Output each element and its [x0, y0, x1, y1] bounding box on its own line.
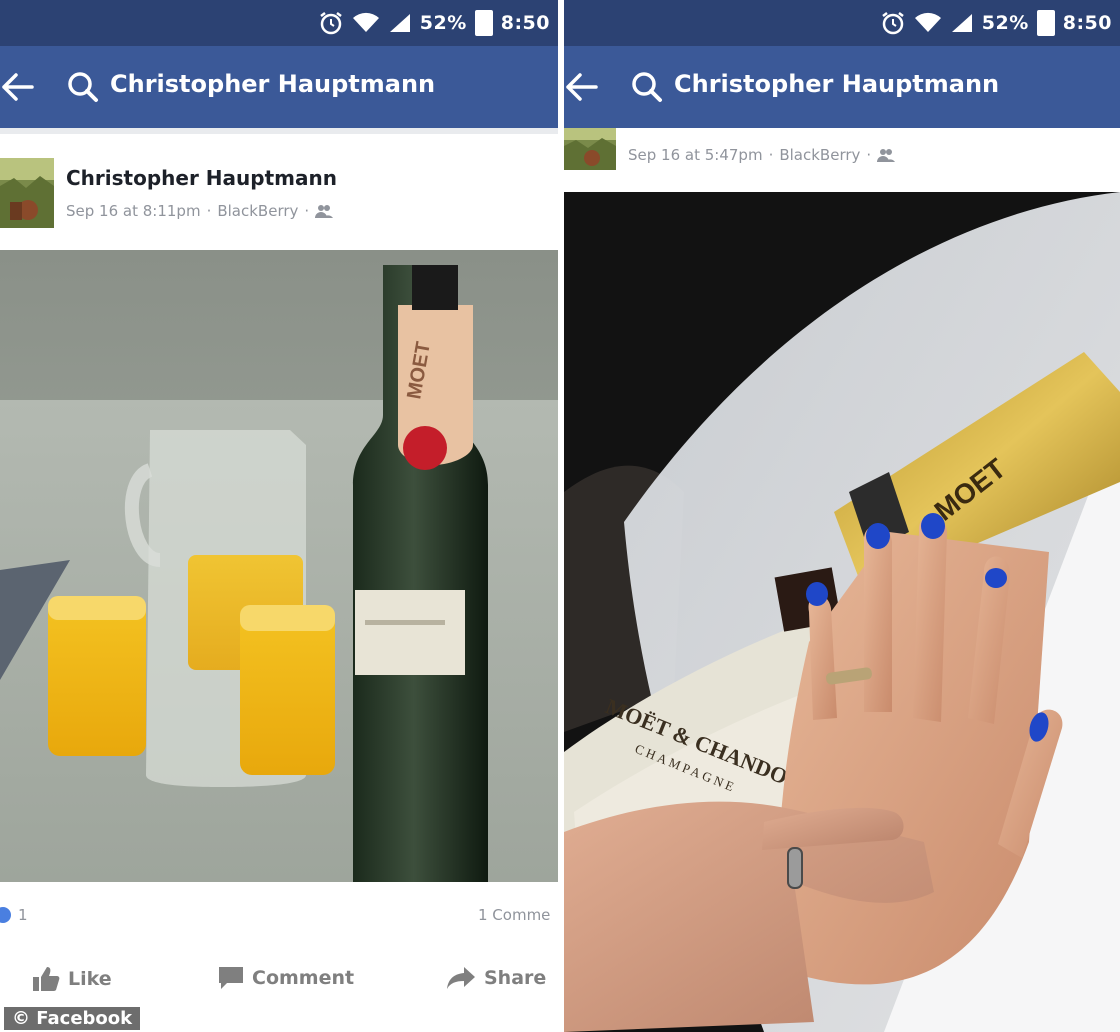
post-header: Christopher Hauptmann Sep 16 at 8:11pm ·… — [0, 134, 558, 250]
comment-label: Comment — [252, 967, 355, 989]
battery-percent: 52% — [419, 12, 467, 34]
signal-icon — [389, 14, 410, 32]
left-screenshot: 52% 8:50 Christopher Hauptmann Christoph… — [0, 0, 558, 1032]
facebook-watermark: © Facebook — [4, 1007, 141, 1030]
wifi-icon — [914, 12, 941, 32]
battery-icon — [474, 10, 493, 36]
right-screenshot: 52% 8:50 Christopher Hauptmann Sep 16 at… — [564, 0, 1120, 1032]
meta-separator: · — [866, 146, 872, 164]
battery-percent: 52% — [981, 12, 1029, 34]
comments-count[interactable]: 1 Comme — [478, 906, 550, 924]
post-meta: Sep 16 at 5:47pm · BlackBerry · — [628, 146, 896, 164]
back-arrow-icon[interactable] — [564, 71, 600, 103]
comment-button[interactable]: Comment — [218, 966, 354, 990]
alarm-icon — [882, 12, 904, 35]
post-header: Sep 16 at 5:47pm · BlackBerry · — [564, 128, 1120, 192]
clock: 8:50 — [500, 12, 550, 34]
post-author[interactable]: Christopher Hauptmann — [66, 166, 337, 190]
reaction-icon — [0, 907, 11, 923]
post-date[interactable]: Sep 16 at 5:47pm — [628, 146, 763, 164]
status-bar: 52% 8:50 — [564, 0, 1120, 46]
search-icon[interactable] — [630, 70, 664, 104]
post-date[interactable]: Sep 16 at 8:11pm — [66, 202, 201, 220]
meta-separator: · — [304, 202, 310, 220]
back-arrow-icon[interactable] — [0, 71, 36, 103]
avatar[interactable] — [0, 158, 54, 228]
search-header: Christopher Hauptmann — [0, 46, 558, 128]
share-icon — [447, 967, 475, 989]
post-meta: Sep 16 at 8:11pm · BlackBerry · — [66, 202, 334, 220]
friends-icon — [877, 149, 896, 162]
signal-icon — [951, 14, 972, 32]
post-photo[interactable]: MOET — [0, 250, 558, 882]
meta-separator: · — [768, 146, 774, 164]
post-source: BlackBerry — [217, 202, 299, 220]
search-icon[interactable] — [66, 70, 100, 104]
battery-icon — [1036, 10, 1055, 36]
reactions-count[interactable]: 1 — [18, 906, 28, 924]
meta-separator: · — [206, 202, 212, 220]
avatar[interactable] — [564, 128, 616, 170]
like-label: Like — [68, 968, 112, 990]
search-query[interactable]: Christopher Hauptmann — [110, 70, 435, 98]
comment-icon — [219, 967, 243, 989]
clock: 8:50 — [1062, 12, 1112, 34]
like-icon — [33, 967, 60, 991]
share-label: Share — [484, 967, 547, 989]
friends-icon — [315, 205, 334, 218]
search-header: Christopher Hauptmann — [564, 46, 1120, 128]
post-photo[interactable]: MOËT & CHANDON CHAMPAGNE MOET — [564, 192, 1120, 1032]
alarm-icon — [320, 12, 342, 35]
wifi-icon — [352, 12, 379, 32]
share-button[interactable]: Share — [446, 966, 546, 990]
like-button[interactable]: Like — [32, 966, 112, 992]
search-query[interactable]: Christopher Hauptmann — [674, 70, 999, 98]
post-source: BlackBerry — [779, 146, 861, 164]
status-bar: 52% 8:50 — [0, 0, 558, 46]
